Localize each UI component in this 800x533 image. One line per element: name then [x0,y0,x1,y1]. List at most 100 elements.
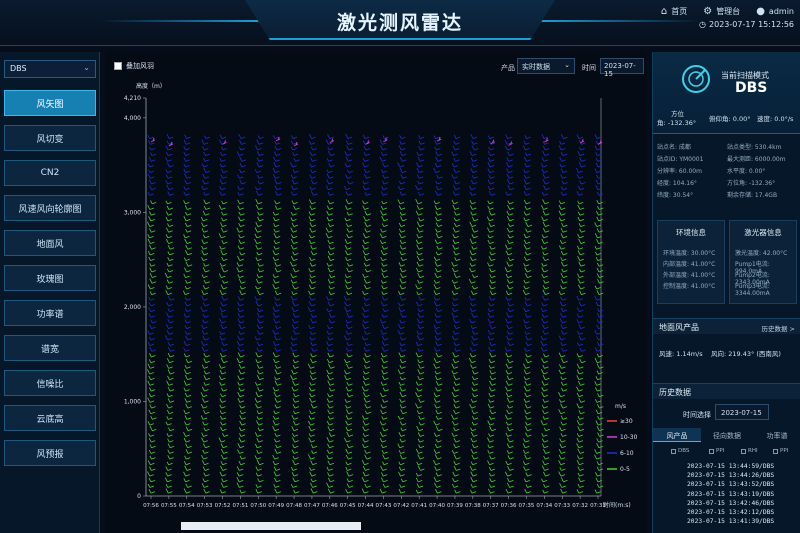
sidebar-item-wind-forecast[interactable]: 风预报 [4,440,96,466]
time-input[interactable]: 2023-07-15 [600,58,644,78]
wind-barb [506,409,513,415]
filter-rhi[interactable]: RHI [741,448,758,454]
laser-info-box: 激光器信息 激光温度: 42.00°C Pump1电流: 994.0mA Pum… [729,220,797,304]
wind-barb [220,482,228,488]
list-item[interactable]: 2023-07-15 13:41:39/DBS [653,518,800,527]
wind-barb [397,415,405,420]
wind-barb [399,484,406,488]
wind-barb [541,157,549,162]
sidebar-item-cloud-base[interactable]: 云底高 [4,405,96,431]
tab-wind-product[interactable]: 风产品 [653,428,701,442]
wind-barb [364,284,371,290]
wind-barb [417,348,424,352]
history-date-input[interactable]: 2023-07-15 [715,404,769,420]
wind-barb [579,358,586,364]
sidebar-item-power-spectrum[interactable]: 功率谱 [4,300,96,326]
wind-barb [577,380,585,386]
list-item[interactable]: 2023-07-15 13:44:26/DBS [653,472,800,481]
admin-panel-link[interactable]: 管理台 [716,6,740,17]
wind-barb [525,342,532,347]
wind-barb [274,267,282,273]
sidebar-item-ground-wind[interactable]: 地面风 [4,230,96,256]
list-item[interactable]: 2023-07-15 13:42:46/DBS [653,500,800,509]
sidebar-item-spectrum-width[interactable]: 谱宽 [4,335,96,361]
info-cell: 站点ID: YM0001 [657,156,704,163]
wind-barb [239,489,246,494]
tab-radial-data[interactable]: 径向数据 [701,428,753,442]
sidebar-item-wind-vector[interactable]: 风矢图 [4,90,96,116]
wind-barb [325,232,333,239]
wind-barb-column [361,134,372,494]
wind-barb [472,216,479,222]
wind-barb [453,217,461,222]
wind-barb [542,289,550,296]
wind-barb [470,471,478,477]
list-item[interactable]: 2023-07-15 13:44:59/DBS [653,463,800,472]
chart-scrollbar[interactable] [181,522,361,530]
wind-barb [167,347,175,352]
wind-barb [505,380,513,386]
history-time-label: 时间选择 [683,411,711,419]
wind-barb [454,489,461,494]
sidebar-item-rose[interactable]: 玫瑰图 [4,265,96,291]
sidebar-item-cn2[interactable]: CN2 [4,160,96,186]
history-title: 历史数据 [659,388,691,397]
overlay-barbs-checkbox[interactable] [114,62,122,70]
wind-barb [453,158,460,162]
wind-barb [452,471,459,477]
sidebar-item-wind-profile[interactable]: 风速风向轮廓图 [4,195,96,221]
wind-barb [594,295,602,301]
wind-barb [558,448,566,454]
wind-barb [200,306,208,313]
tab-power-spectrum[interactable]: 功率谱 [753,428,800,442]
wind-barb [524,380,532,386]
wind-barb [274,296,281,301]
list-item[interactable]: 2023-07-15 13:42:12/DBS [653,509,800,518]
wind-barb [558,399,566,403]
wind-barb [345,409,353,415]
wind-barb [415,489,422,494]
list-item[interactable]: 2023-07-15 13:43:19/DBS [653,491,800,500]
x-tick-label: 07:49 [268,503,284,509]
wind-barb [219,471,227,477]
history-data-link[interactable]: 历史数据 > [761,323,795,333]
wind-barb [183,234,190,239]
wind-barb [560,415,568,420]
wind-barb [577,278,585,284]
wind-barb [578,324,585,330]
wind-barb [433,200,440,205]
wind-barb [576,460,584,466]
wind-barb [578,410,585,415]
wind-barb [541,302,548,307]
wind-barb [505,318,512,324]
wind-barb [471,145,479,151]
filter-dbs[interactable]: DBS [671,448,689,454]
filter-ppi-2[interactable]: PPI [773,448,788,454]
x-axis-title: 时间(m:s) [603,501,631,509]
radar-icon [682,65,710,93]
wind-barb [327,403,334,409]
home-icon[interactable]: ⌂ [661,6,667,17]
sidebar-item-wind-shear[interactable]: 风切变 [4,125,96,151]
list-item[interactable]: 2023-07-15 13:43:52/DBS [653,481,800,490]
x-tick-label: 07:39 [447,503,463,509]
home-link[interactable]: 首页 [671,6,687,17]
site-select[interactable]: DBS ⌄ [4,60,96,78]
wind-barb [167,295,175,301]
gear-icon[interactable]: ⚙ [703,6,712,17]
wind-barb [488,365,495,369]
wind-barb [487,450,494,454]
wind-barb [165,484,172,488]
wind-barb [165,145,173,151]
product-select[interactable]: 实时数据 ⌄ [517,58,575,74]
wind-barb [346,483,354,488]
wind-barb [291,449,299,454]
wind-barb [326,216,334,222]
user-name[interactable]: admin [769,7,794,16]
wind-barb [434,162,442,168]
user-icon[interactable]: ● [756,6,765,17]
filter-ppi[interactable]: PPI [709,448,724,454]
sidebar-item-snr[interactable]: 信噪比 [4,370,96,396]
chevron-down-icon: ⌄ [83,63,90,72]
wind-barb [417,324,424,330]
